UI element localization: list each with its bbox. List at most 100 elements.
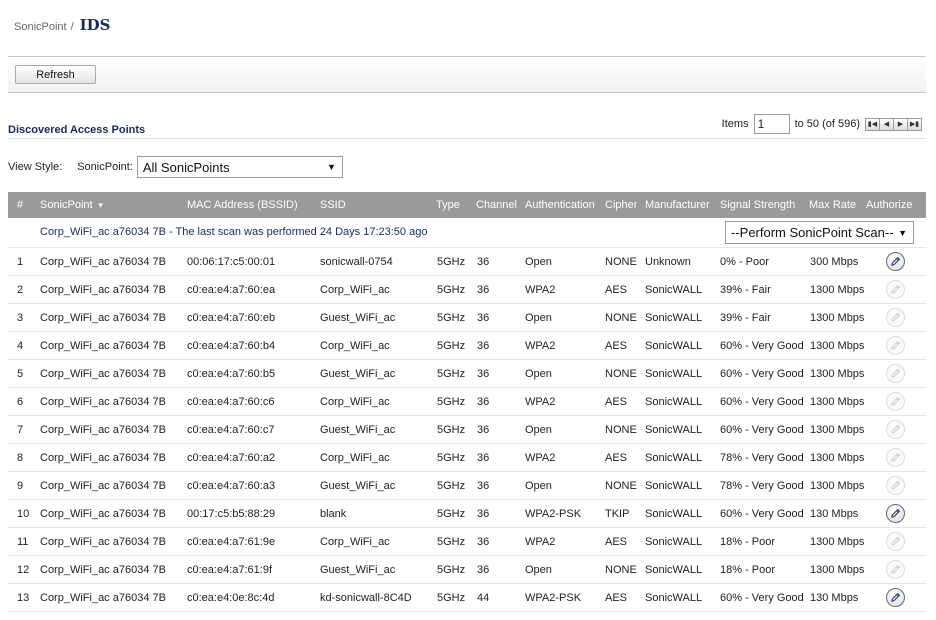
first-page-icon[interactable]: ▮◀ [865,117,880,131]
authorize-button [886,308,905,327]
cell-type: 5GHz [437,535,466,548]
cell-channel: 36 [477,479,490,492]
cell-type: 5GHz [437,591,466,604]
cell-mac: c0:ea:e4:a7:60:a3 [187,479,276,492]
cell-sonicpoint: Corp_WiFi_ac a76034 7B [40,367,166,380]
refresh-button[interactable]: Refresh [15,65,96,84]
last-scan-text: Corp_WiFi_ac a76034 7B - The last scan w… [40,226,428,238]
breadcrumb-parent[interactable]: SonicPoint [14,21,67,33]
cell-ssid: Guest_WiFi_ac [320,479,396,492]
pencil-icon [891,341,900,350]
authorize-button [886,420,905,439]
cell-mac: c0:ea:e4:0e:8c:4d [187,591,275,604]
table-row[interactable]: 8 Corp_WiFi_ac a76034 7B c0:ea:e4:a7:60:a2… [8,444,926,472]
col-header-cipher[interactable]: Cipher [605,192,637,218]
cell-type: 5GHz [437,563,466,576]
authorize-button[interactable] [886,588,905,607]
col-header-max-rate[interactable]: Max Rate [809,192,856,218]
prev-page-icon[interactable]: ◀ [879,117,894,131]
table-row[interactable]: 6 Corp_WiFi_ac a76034 7B c0:ea:e4:a7:60:c6… [8,388,926,416]
authorize-button [886,560,905,579]
cell-signal: 0% - Poor [720,255,769,268]
cell-ssid: Corp_WiFi_ac [320,451,390,464]
table-row[interactable]: 5 Corp_WiFi_ac a76034 7B c0:ea:e4:a7:60:b5… [8,360,926,388]
col-header-signal[interactable]: Signal Strength [720,192,795,218]
view-style-bar: View Style: SonicPoint: All SonicPoints … [8,156,343,178]
cell-authentication: WPA2 [525,451,556,464]
cell-signal: 60% - Very Good [720,591,804,604]
col-header-type[interactable]: Type [436,192,460,218]
pager-start-input[interactable]: 1 [753,114,790,134]
table-row[interactable]: 4 Corp_WiFi_ac a76034 7B c0:ea:e4:a7:60:b4… [8,332,926,360]
table-row[interactable]: 10 Corp_WiFi_ac a76034 7B 00:17:c5:b5:88:2… [8,500,926,528]
cell-manufacturer: SonicWALL [645,339,703,352]
cell-max-rate: 1300 Mbps [810,535,865,548]
col-header-ssid[interactable]: SSID [320,192,346,218]
cell-authentication: Open [525,367,552,380]
table-row[interactable]: 3 Corp_WiFi_ac a76034 7B c0:ea:e4:a7:60:eb… [8,304,926,332]
pagination: Items 1 to 50 (of 596) ▮◀ ◀ ▶ ▶▮ [722,113,922,135]
cell-max-rate: 1300 Mbps [810,311,865,324]
cell-cipher: AES [605,283,628,296]
cell-ssid: Guest_WiFi_ac [320,423,396,436]
cell-authentication: WPA2 [525,535,556,548]
col-header-sonicpoint[interactable]: SonicPoint ▼ [40,192,105,218]
cell-sonicpoint: Corp_WiFi_ac a76034 7B [40,339,166,352]
cell-ssid: blank [320,507,347,520]
cell-mac: c0:ea:e4:a7:60:b4 [187,339,276,352]
table-row[interactable]: 11 Corp_WiFi_ac a76034 7B c0:ea:e4:a7:61:9… [8,528,926,556]
perform-scan-value: --Perform SonicPoint Scan-- [731,225,894,240]
cell-authentication: WPA2-PSK [525,591,582,604]
cell-num: 5 [17,367,24,380]
cell-type: 5GHz [437,423,466,436]
authorize-button[interactable] [886,504,905,523]
col-header-authentication[interactable]: Authentication [525,192,595,218]
pencil-icon [891,313,900,322]
cell-signal: 78% - Very Good [720,479,804,492]
sonicpoint-filter-select[interactable]: All SonicPoints ▼ [136,156,343,178]
col-header-manufacturer[interactable]: Manufacturer [645,192,710,218]
cell-authentication: Open [525,563,552,576]
cell-manufacturer: SonicWALL [645,367,703,380]
chevron-down-icon: ▼ [898,227,907,238]
cell-channel: 36 [477,535,490,548]
cell-mac: c0:ea:e4:a7:61:9f [187,563,273,576]
next-page-icon[interactable]: ▶ [893,117,908,131]
cell-cipher: NONE [605,479,637,492]
section-title: Discovered Access Points [8,124,146,136]
cell-ssid: Corp_WiFi_ac [320,535,390,548]
cell-cipher: AES [605,339,628,352]
authorize-button[interactable] [886,252,905,271]
cell-manufacturer: SonicWALL [645,451,703,464]
perform-scan-select[interactable]: --Perform SonicPoint Scan-- ▼ [725,221,914,244]
cell-sonicpoint: Corp_WiFi_ac a76034 7B [40,283,166,296]
cell-manufacturer: SonicWALL [645,591,703,604]
cell-mac: c0:ea:e4:a7:60:c6 [187,395,275,408]
cell-sonicpoint: Corp_WiFi_ac a76034 7B [40,507,166,520]
pencil-icon [891,481,900,490]
col-header-sonicpoint-label: SonicPoint [40,199,93,211]
pencil-icon [891,509,900,518]
view-style-label: View Style: [8,161,63,173]
table-row[interactable]: 13 Corp_WiFi_ac a76034 7B c0:ea:e4:0e:8c:4… [8,584,926,612]
col-header-mac[interactable]: MAC Address (BSSID) [187,192,298,218]
cell-ssid: Corp_WiFi_ac [320,283,390,296]
cell-authentication: Open [525,423,552,436]
cell-channel: 36 [477,423,490,436]
table-row[interactable]: 7 Corp_WiFi_ac a76034 7B c0:ea:e4:a7:60:c7… [8,416,926,444]
cell-type: 5GHz [437,283,466,296]
toolbar: Refresh [8,56,926,93]
cell-signal: 60% - Very Good [720,339,804,352]
cell-num: 10 [17,507,30,520]
cell-sonicpoint: Corp_WiFi_ac a76034 7B [40,423,166,436]
last-page-icon[interactable]: ▶▮ [907,117,922,131]
cell-channel: 44 [477,591,490,604]
col-header-channel[interactable]: Channel [476,192,517,218]
table-row[interactable]: 9 Corp_WiFi_ac a76034 7B c0:ea:e4:a7:60:a3… [8,472,926,500]
cell-type: 5GHz [437,255,466,268]
table-row[interactable]: 12 Corp_WiFi_ac a76034 7B c0:ea:e4:a7:61:9… [8,556,926,584]
cell-type: 5GHz [437,367,466,380]
table-row[interactable]: 1 Corp_WiFi_ac a76034 7B 00:06:17:c5:00:01… [8,248,926,276]
table-row[interactable]: 2 Corp_WiFi_ac a76034 7B c0:ea:e4:a7:60:ea… [8,276,926,304]
cell-sonicpoint: Corp_WiFi_ac a76034 7B [40,311,166,324]
